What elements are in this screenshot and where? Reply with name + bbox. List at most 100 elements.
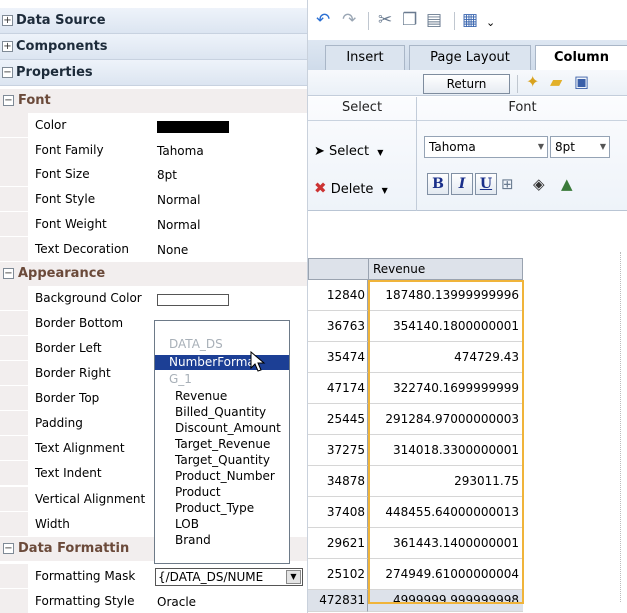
row-gutter [0,212,28,236]
underline-button[interactable]: U [475,173,497,195]
italic-button[interactable]: I [451,173,473,195]
expand-toggle-icon[interactable]: + [2,41,13,52]
prop-value[interactable]: Normal [157,193,200,207]
collapse-toggle-icon[interactable]: − [2,67,13,78]
section-properties[interactable]: − Properties [0,60,307,86]
prop-formatting-style[interactable]: Formatting Style Oracle [0,589,307,613]
list-item[interactable]: Product_Number [155,469,289,484]
table-icon[interactable]: ▦ [462,10,478,30]
color-swatch[interactable] [157,294,229,306]
prop-text-decoration[interactable]: Text Decoration None [0,237,307,261]
expand-toggle-icon[interactable]: + [2,15,13,26]
prop-value[interactable]: Oracle [157,595,196,609]
font-family-combo[interactable]: Tahoma ▼ [424,136,548,158]
list-item[interactable]: Brand [155,533,289,548]
list-item[interactable]: Product [155,485,289,500]
bold-button[interactable]: B [427,173,449,195]
table-cell[interactable]: 37408 [308,497,368,528]
chevron-down-icon[interactable]: ▼ [600,137,606,157]
color-swatch[interactable] [157,121,229,133]
save-icon[interactable]: ▣ [574,72,589,92]
table-cell[interactable]: 29621 [308,528,368,559]
tab-insert[interactable]: Insert [325,45,405,70]
collapse-toggle-icon[interactable]: − [3,95,14,106]
tab-column[interactable]: Column [535,45,627,70]
table-cell[interactable]: 472831 [308,590,368,612]
collapse-toggle-icon[interactable]: − [3,268,14,279]
delete-x-icon: ✖ [314,179,327,197]
prop-background-color[interactable]: Background Color [0,286,307,310]
table-cell-revenue[interactable]: 274949.61000000004 [368,559,523,590]
list-item[interactable]: Product_Type [155,501,289,516]
table-cell[interactable]: 25102 [308,559,368,590]
table-header-cell[interactable] [308,258,369,280]
prop-color[interactable]: Color [0,113,307,137]
chevron-down-icon[interactable]: ▼ [538,137,544,157]
undo-icon[interactable]: ↶ [316,10,330,30]
row-gutter [0,564,28,588]
border-icon[interactable]: ⊞ [501,174,514,194]
formatting-mask-combo[interactable]: {/DATA_DS/NUME ▼ [155,568,303,586]
table-cell[interactable]: 35474 [308,342,368,373]
delete-button[interactable]: ✖ Delete ▼ [314,179,388,197]
list-item-selected[interactable]: NumberFormat [155,355,289,370]
mouse-pointer-icon [250,351,266,372]
copy-icon[interactable]: ❐ [402,10,417,30]
collapse-toggle-icon[interactable]: − [3,543,14,554]
table-cell-revenue[interactable]: 354140.1800000001 [368,311,523,342]
table-cell-revenue[interactable]: 187480.13999999996 [368,280,523,311]
section-data-source[interactable]: + Data Source [0,8,307,34]
group-label: Font [18,93,51,108]
list-item[interactable]: Billed_Quantity [155,405,289,420]
font-color-icon[interactable]: ▲ [561,174,573,194]
open-folder-icon[interactable]: ▰ [550,72,562,92]
font-size-combo[interactable]: 8pt ▼ [550,136,610,158]
prop-name: Padding [35,416,83,430]
table-cell-revenue[interactable]: 474729.43 [368,342,523,373]
list-item[interactable]: LOB [155,517,289,532]
cut-icon[interactable]: ✂ [378,10,392,30]
table-cell[interactable]: 34878 [308,466,368,497]
dropdown-arrow-icon[interactable]: ▼ [286,570,301,584]
group-font[interactable]: − Font [0,89,307,113]
formatting-mask-input[interactable]: {/DATA_DS/NUME [158,570,284,584]
table-cell-revenue[interactable]: 291284.97000000003 [368,404,523,435]
field-dropdown-list[interactable]: DATA_DS NumberFormat G_1 Revenue Billed_… [154,320,290,564]
table-cell[interactable]: 37275 [308,435,368,466]
prop-font-family[interactable]: Font Family Tahoma [0,138,307,162]
select-button[interactable]: ➤ Select ▼ [314,144,383,159]
table-cell-revenue[interactable]: 314018.3300000001 [368,435,523,466]
group-appearance[interactable]: − Appearance [0,262,307,286]
table-cell[interactable]: 47174 [308,373,368,404]
prop-value[interactable]: None [157,243,188,257]
prop-name: Text Decoration [35,242,129,256]
table-cell[interactable]: 25445 [308,404,368,435]
return-button[interactable]: Return [423,74,510,94]
paste-icon[interactable]: ▤ [426,10,442,30]
prop-font-weight[interactable]: Font Weight Normal [0,212,307,236]
table-cell-revenue[interactable]: 361443.1400000001 [368,528,523,559]
table-header-revenue[interactable]: Revenue [368,258,523,280]
redo-icon[interactable]: ↷ [342,10,356,30]
prop-value[interactable]: Normal [157,218,200,232]
table-cell[interactable]: 36763 [308,311,368,342]
table-cell-revenue[interactable]: 322740.1699999999 [368,373,523,404]
table-cell-revenue[interactable]: 293011.75 [368,466,523,497]
prop-name: Font Weight [35,217,107,231]
new-icon[interactable]: ✦ [526,72,539,92]
table-cell[interactable]: 12840 [308,280,368,311]
prop-value[interactable]: Tahoma [157,144,204,158]
prop-font-style[interactable]: Font Style Normal [0,187,307,211]
fill-bucket-icon[interactable]: ◈ [533,174,545,194]
section-components[interactable]: + Components [0,34,307,60]
list-item[interactable]: Discount_Amount [155,421,289,436]
prop-value[interactable]: 8pt [157,168,177,182]
tab-page-layout[interactable]: Page Layout [409,45,531,70]
list-item[interactable]: Target_Revenue [155,437,289,452]
table-cell-revenue[interactable]: 448455.64000000013 [368,497,523,528]
table-cell-revenue[interactable]: 4999999.999999998 [368,590,523,612]
more-icon[interactable]: ⌄ [486,13,495,33]
list-item[interactable]: Revenue [155,389,289,404]
list-item[interactable]: Target_Quantity [155,453,289,468]
prop-font-size[interactable]: Font Size 8pt [0,162,307,186]
